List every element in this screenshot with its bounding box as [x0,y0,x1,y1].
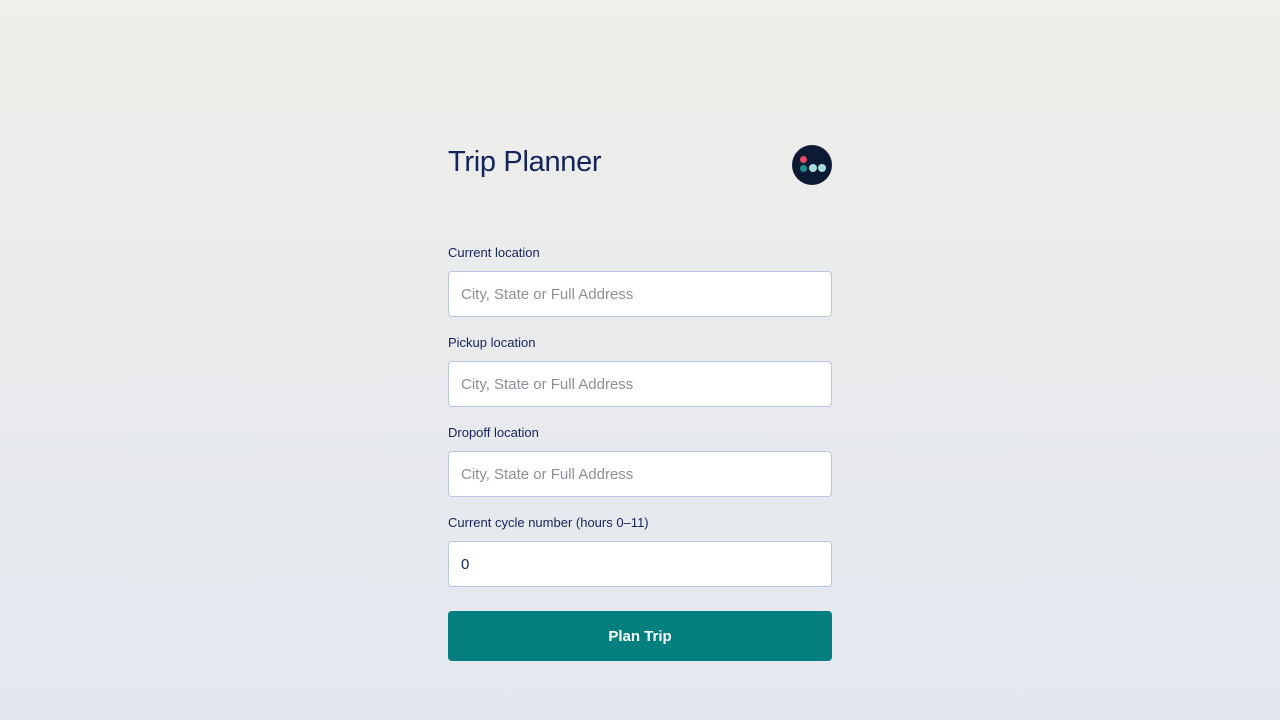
dropoff-location-input[interactable] [448,451,832,497]
logo-dot-light [818,164,826,172]
current-location-input[interactable] [448,271,832,317]
current-location-field: Current location [448,244,832,317]
trip-form: Current location Pickup location Dropoff… [448,244,832,661]
pickup-location-input[interactable] [448,361,832,407]
pickup-location-field: Pickup location [448,334,832,407]
pickup-location-label: Pickup location [448,335,536,350]
dropoff-location-label: Dropoff location [448,425,539,440]
dots-logo-icon [792,145,832,185]
logo-dot-red [800,156,807,163]
logo-dot-teal [800,165,807,172]
cycle-number-label: Current cycle number (hours 0–11) [448,515,649,530]
cycle-number-field: Current cycle number (hours 0–11) [448,514,832,587]
cycle-number-input[interactable] [448,541,832,587]
header: Trip Planner [448,140,832,185]
trip-planner-panel: Trip Planner Current location Pickup loc… [448,140,832,661]
page-title: Trip Planner [448,146,602,178]
submit-row: Plan Trip [448,611,832,661]
current-location-label: Current location [448,245,540,260]
plan-trip-button[interactable]: Plan Trip [448,611,832,661]
logo-dot-light [809,164,817,172]
dropoff-location-field: Dropoff location [448,424,832,497]
